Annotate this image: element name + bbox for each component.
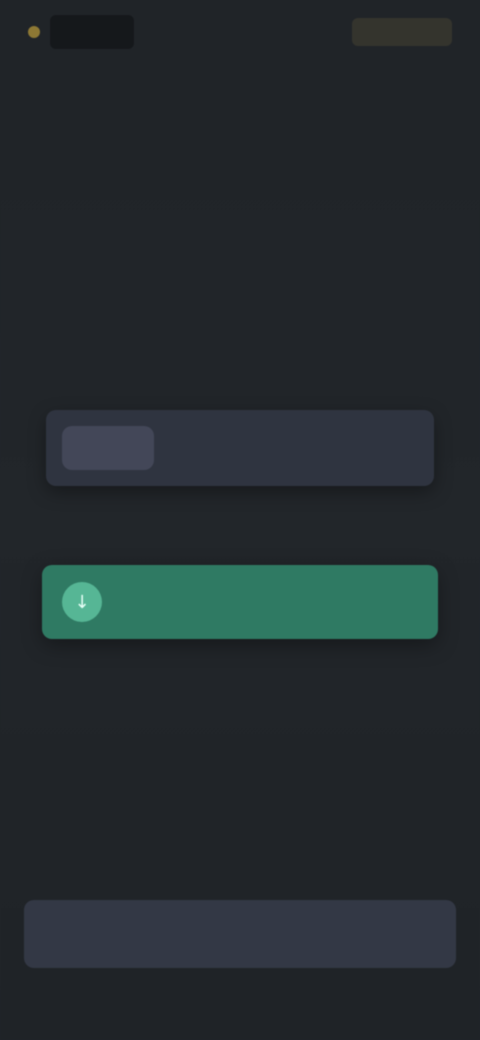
arrow-down-icon: ↓ [62,582,102,622]
pay-chip[interactable] [62,426,154,470]
bottom-action-bar[interactable] [24,900,456,968]
logo-dot-icon [28,26,40,38]
logo[interactable] [28,12,134,52]
logo-text [50,15,134,49]
divider-mark [232,523,248,539]
receive-card[interactable]: ↓ [42,565,438,639]
top-bar [0,0,480,64]
pay-card[interactable] [46,410,434,486]
header-action-link[interactable] [352,18,452,46]
screen: ↓ [0,0,480,1040]
